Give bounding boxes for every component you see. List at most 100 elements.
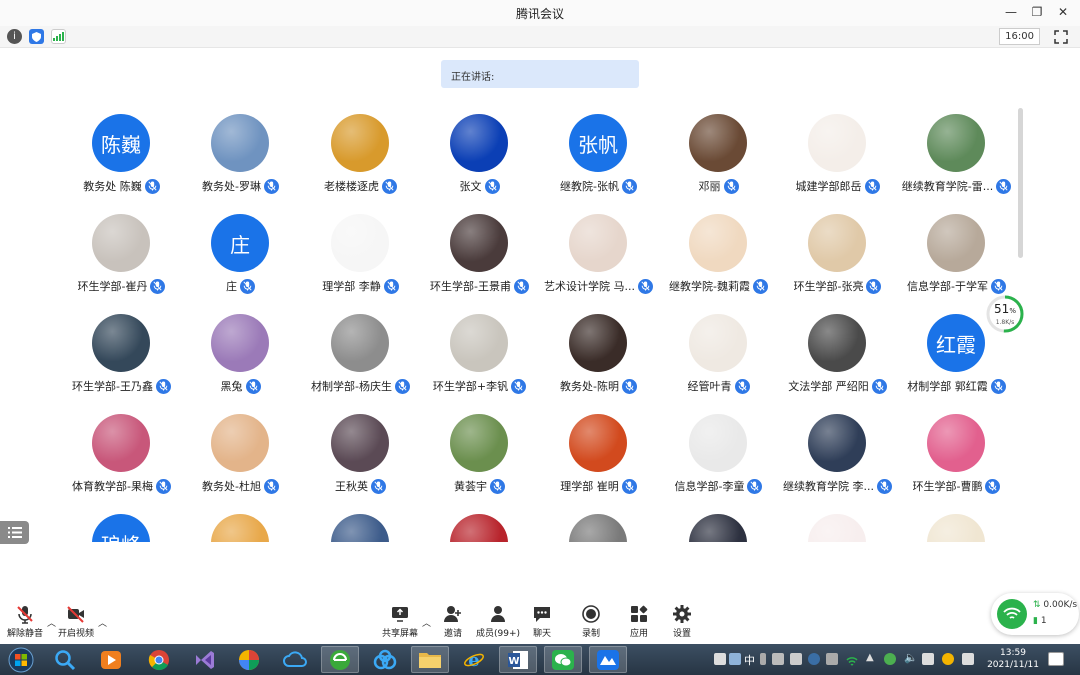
taskbar-search-app[interactable] xyxy=(46,646,84,673)
participant-tile[interactable]: 王秋英 xyxy=(301,408,420,508)
tray-input-icon[interactable] xyxy=(729,653,741,665)
taskbar-file-explorer[interactable] xyxy=(411,646,449,673)
participant-tile[interactable] xyxy=(778,508,897,542)
ime-indicator[interactable]: 中 xyxy=(744,652,755,668)
participant-tile[interactable]: 理学部 崔明 xyxy=(539,408,658,508)
participant-tile[interactable]: 材制学部-杨庆生 xyxy=(301,308,420,408)
participant-tile[interactable]: 张文 xyxy=(420,108,539,208)
participant-tile[interactable]: 环生学部-崔丹 xyxy=(62,208,181,308)
taskbar-internet-explorer[interactable]: e xyxy=(455,646,493,673)
taskbar-clock[interactable]: 13:59 2021/11/11 xyxy=(982,647,1044,671)
mic-icon xyxy=(490,478,505,494)
taskbar-video-player[interactable] xyxy=(92,646,130,673)
participant-tile[interactable]: 环生学部-王景甫 xyxy=(420,208,539,308)
network-gauge[interactable]: 51% 1.8K/s xyxy=(985,294,1025,334)
settings-button[interactable]: 设置 xyxy=(659,604,705,639)
tray-wifi-icon[interactable] xyxy=(846,653,858,666)
notification-icon[interactable] xyxy=(1048,652,1064,666)
participant-tile[interactable] xyxy=(420,508,539,542)
invite-button[interactable]: 邀请 xyxy=(430,604,476,639)
participant-tile[interactable]: 信息学部-李童 xyxy=(659,408,778,508)
mic-icon xyxy=(371,478,386,494)
tray-volume-icon[interactable]: 🔈 xyxy=(904,651,918,664)
tray-dot-icon[interactable] xyxy=(760,653,766,665)
participant-tile[interactable]: 黄荟宇 xyxy=(420,408,539,508)
wifi-icon xyxy=(997,599,1027,629)
start-button[interactable] xyxy=(2,646,40,673)
participant-tile[interactable]: 教务处-杜旭 xyxy=(181,408,300,508)
minimize-button[interactable]: — xyxy=(1000,3,1022,21)
participant-tile[interactable]: 环生学部-张亮 xyxy=(778,208,897,308)
participant-tile[interactable]: 信息学部-于学军 xyxy=(897,208,1016,308)
share-screen-button[interactable]: 共享屏幕 xyxy=(377,604,423,639)
participant-tile[interactable]: 城建学部郎岳 xyxy=(778,108,897,208)
participant-tile[interactable]: 琅峰 xyxy=(62,508,181,542)
participant-tile[interactable]: 经管叶青 xyxy=(659,308,778,408)
mic-icon xyxy=(155,478,171,494)
tray-show-hidden-icon[interactable]: ▲ xyxy=(866,652,874,663)
participant-tile[interactable]: 艺术设计学院 马... xyxy=(539,208,658,308)
participant-tile[interactable]: 张帆 继教院-张帆 xyxy=(539,108,658,208)
restore-button[interactable]: ❐ xyxy=(1026,3,1048,21)
fullscreen-icon[interactable] xyxy=(1054,29,1068,44)
tray-display-icon[interactable] xyxy=(922,653,934,665)
taskbar-cloud-app[interactable] xyxy=(276,646,314,673)
taskbar-color-app[interactable] xyxy=(230,646,268,673)
tray-tool-icon[interactable] xyxy=(790,653,802,665)
avatar xyxy=(808,514,866,542)
taskbar-browser-360[interactable] xyxy=(321,646,359,673)
signal-icon[interactable] xyxy=(51,29,66,44)
taskbar-visual-studio[interactable] xyxy=(186,646,224,673)
participant-tile[interactable]: 继续教育学院-雷... xyxy=(897,108,1016,208)
network-status-card[interactable]: ⇅ 0.00K/s ▮ 1 xyxy=(991,593,1079,635)
participant-tile[interactable]: 庄庄 xyxy=(181,208,300,308)
audio-options-caret[interactable]: ︿ xyxy=(47,616,56,629)
record-button[interactable]: 录制 xyxy=(568,604,614,639)
video-options-caret[interactable]: ︿ xyxy=(98,616,107,629)
participant-tile[interactable]: 黑兔 xyxy=(181,308,300,408)
members-button[interactable]: 成员(99+) xyxy=(474,604,522,639)
participant-tile[interactable] xyxy=(897,508,1016,542)
participant-tile[interactable]: 继教学院-魏莉霞 xyxy=(659,208,778,308)
taskbar-word[interactable]: W xyxy=(499,646,537,673)
tray-flag-icon[interactable] xyxy=(962,653,974,665)
participant-tile[interactable] xyxy=(301,508,420,542)
grid-scrollbar[interactable] xyxy=(1018,108,1023,258)
info-icon[interactable]: i xyxy=(7,29,22,44)
chat-button[interactable]: 聊天 xyxy=(519,604,565,639)
avatar xyxy=(450,514,508,542)
tray-settings-icon[interactable] xyxy=(826,653,838,665)
tray-keyboard-icon[interactable] xyxy=(772,653,784,665)
tray-sync-icon[interactable] xyxy=(942,653,954,665)
close-button[interactable]: ✕ xyxy=(1052,3,1074,21)
taskbar-chrome[interactable] xyxy=(140,646,178,673)
participant-tile[interactable] xyxy=(539,508,658,542)
start-video-button[interactable]: 开启视频 xyxy=(53,604,99,639)
participant-tile[interactable]: 教务处-罗琳 xyxy=(181,108,300,208)
participant-tile[interactable]: 陈巍 教务处 陈巍 xyxy=(62,108,181,208)
taskbar-baidu-netdisk[interactable] xyxy=(366,646,404,673)
participant-tile[interactable]: 教务处-陈明 xyxy=(539,308,658,408)
participant-tile[interactable]: 环生学部+李钒 xyxy=(420,308,539,408)
participant-tile[interactable]: 文法学部 严绍阳 xyxy=(778,308,897,408)
avatar xyxy=(689,114,747,172)
unmute-button[interactable]: 解除静音 xyxy=(2,604,48,639)
participant-tile[interactable]: 环生学部-曹鹏 xyxy=(897,408,1016,508)
share-options-caret[interactable]: ︿ xyxy=(422,616,431,629)
participant-tile[interactable]: 老楼楼逐虎 xyxy=(301,108,420,208)
taskbar-wechat[interactable] xyxy=(544,646,582,673)
apps-button[interactable]: 应用 xyxy=(616,604,662,639)
participant-tile[interactable]: 邓丽 xyxy=(659,108,778,208)
tray-security-icon[interactable] xyxy=(884,653,896,665)
taskbar-tencent-meeting[interactable] xyxy=(589,646,627,673)
list-view-toggle[interactable] xyxy=(0,521,29,544)
participant-tile[interactable]: 继续教育学院 李... xyxy=(778,408,897,508)
participant-tile[interactable]: 环生学部-王乃鑫 xyxy=(62,308,181,408)
tray-app-icon[interactable] xyxy=(714,653,726,665)
participant-tile[interactable]: 理学部 李静 xyxy=(301,208,420,308)
participant-tile[interactable] xyxy=(181,508,300,542)
participant-tile[interactable] xyxy=(659,508,778,542)
participant-tile[interactable]: 体育教学部-果梅 xyxy=(62,408,181,508)
shield-icon[interactable] xyxy=(29,29,44,44)
tray-help-icon[interactable] xyxy=(808,653,820,665)
